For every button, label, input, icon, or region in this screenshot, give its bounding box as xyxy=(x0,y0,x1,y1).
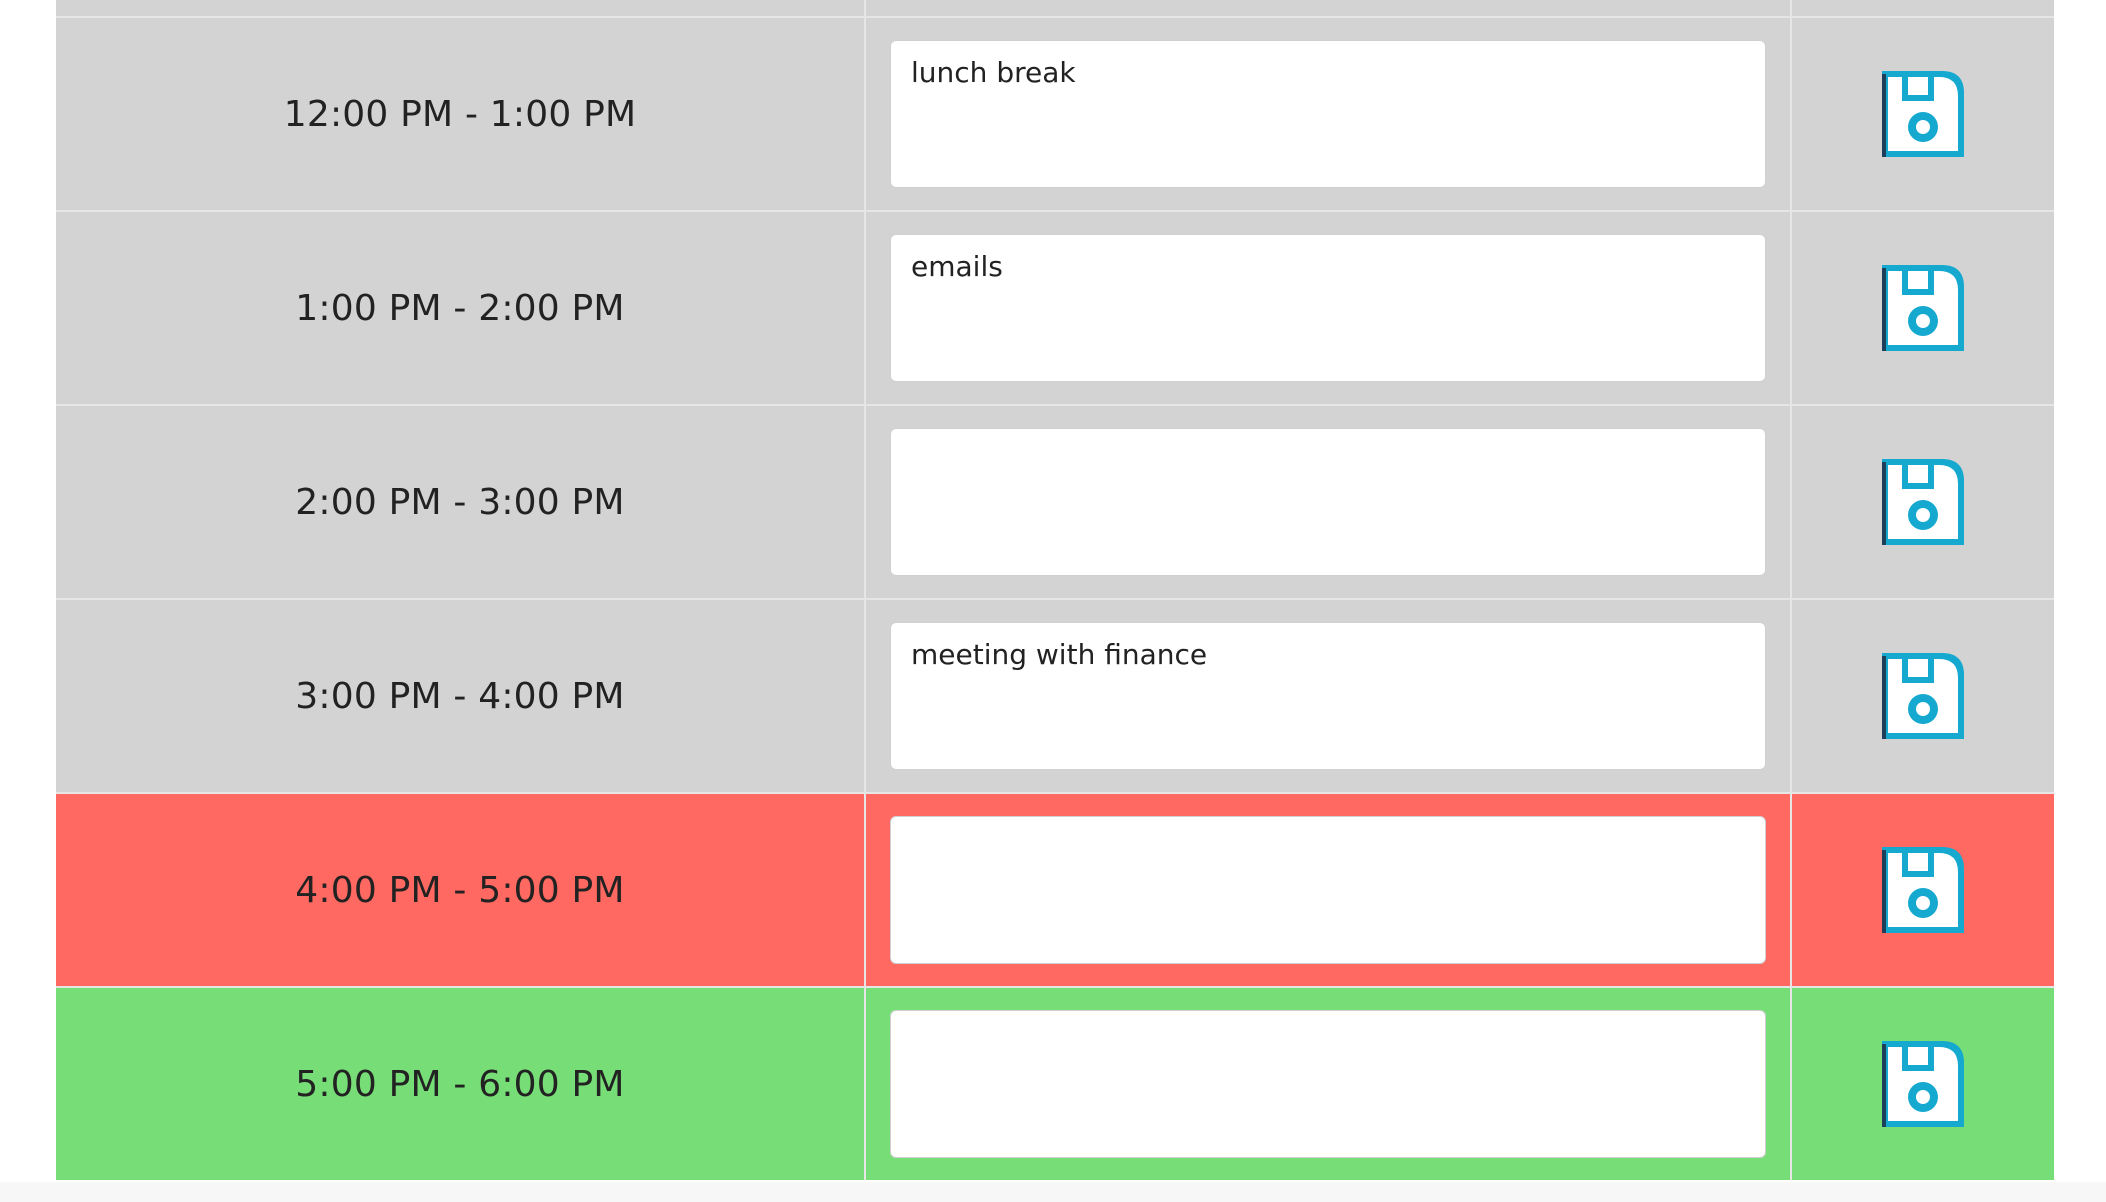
hour-label: 1:00 PM - 2:00 PM xyxy=(56,212,866,404)
event-cell xyxy=(866,406,1792,598)
event-cell xyxy=(866,988,1792,1180)
hour-label: 3:00 PM - 4:00 PM xyxy=(56,600,866,792)
save-button[interactable] xyxy=(1792,988,2054,1180)
floppy-disk-save-icon xyxy=(1882,653,1964,739)
event-description-input[interactable] xyxy=(890,1010,1766,1158)
save-button[interactable] xyxy=(1792,406,2054,598)
floppy-disk-save-icon xyxy=(1882,1041,1964,1127)
time-block-row: 2:00 PM - 3:00 PM xyxy=(56,406,2054,600)
floppy-disk-save-icon xyxy=(1882,847,1964,933)
save-button[interactable] xyxy=(1792,18,2054,210)
time-block-row: 3:00 PM - 4:00 PM meeting with finance xyxy=(56,600,2054,794)
hour-label: 5:00 PM - 6:00 PM xyxy=(56,988,866,1180)
event-description-input[interactable]: lunch break xyxy=(890,40,1766,188)
event-cell: meeting with finance xyxy=(866,600,1792,792)
time-block-row: 12:00 PM - 1:00 PM lunch break xyxy=(56,18,2054,212)
previous-row-edge xyxy=(56,0,2054,18)
floppy-disk-save-icon xyxy=(1882,265,1964,351)
save-button[interactable] xyxy=(1792,794,2054,986)
page-bottom-area xyxy=(0,1182,2106,1202)
time-block-row: 1:00 PM - 2:00 PM emails xyxy=(56,212,2054,406)
event-description-input[interactable]: meeting with finance xyxy=(890,622,1766,770)
floppy-disk-save-icon xyxy=(1882,71,1964,157)
event-description-input[interactable]: emails xyxy=(890,234,1766,382)
event-description-input[interactable] xyxy=(890,816,1766,964)
day-planner: 12:00 PM - 1:00 PM lunch break 1:00 PM -… xyxy=(56,0,2054,1180)
save-button[interactable] xyxy=(1792,600,2054,792)
event-cell: lunch break xyxy=(866,18,1792,210)
hour-label: 12:00 PM - 1:00 PM xyxy=(56,18,866,210)
time-block-row: 5:00 PM - 6:00 PM xyxy=(56,988,2054,1180)
event-cell: emails xyxy=(866,212,1792,404)
event-description-input[interactable] xyxy=(890,428,1766,576)
time-block-row: 4:00 PM - 5:00 PM xyxy=(56,794,2054,988)
save-button[interactable] xyxy=(1792,212,2054,404)
hour-label: 4:00 PM - 5:00 PM xyxy=(56,794,866,986)
event-cell xyxy=(866,794,1792,986)
floppy-disk-save-icon xyxy=(1882,459,1964,545)
hour-label: 2:00 PM - 3:00 PM xyxy=(56,406,866,598)
